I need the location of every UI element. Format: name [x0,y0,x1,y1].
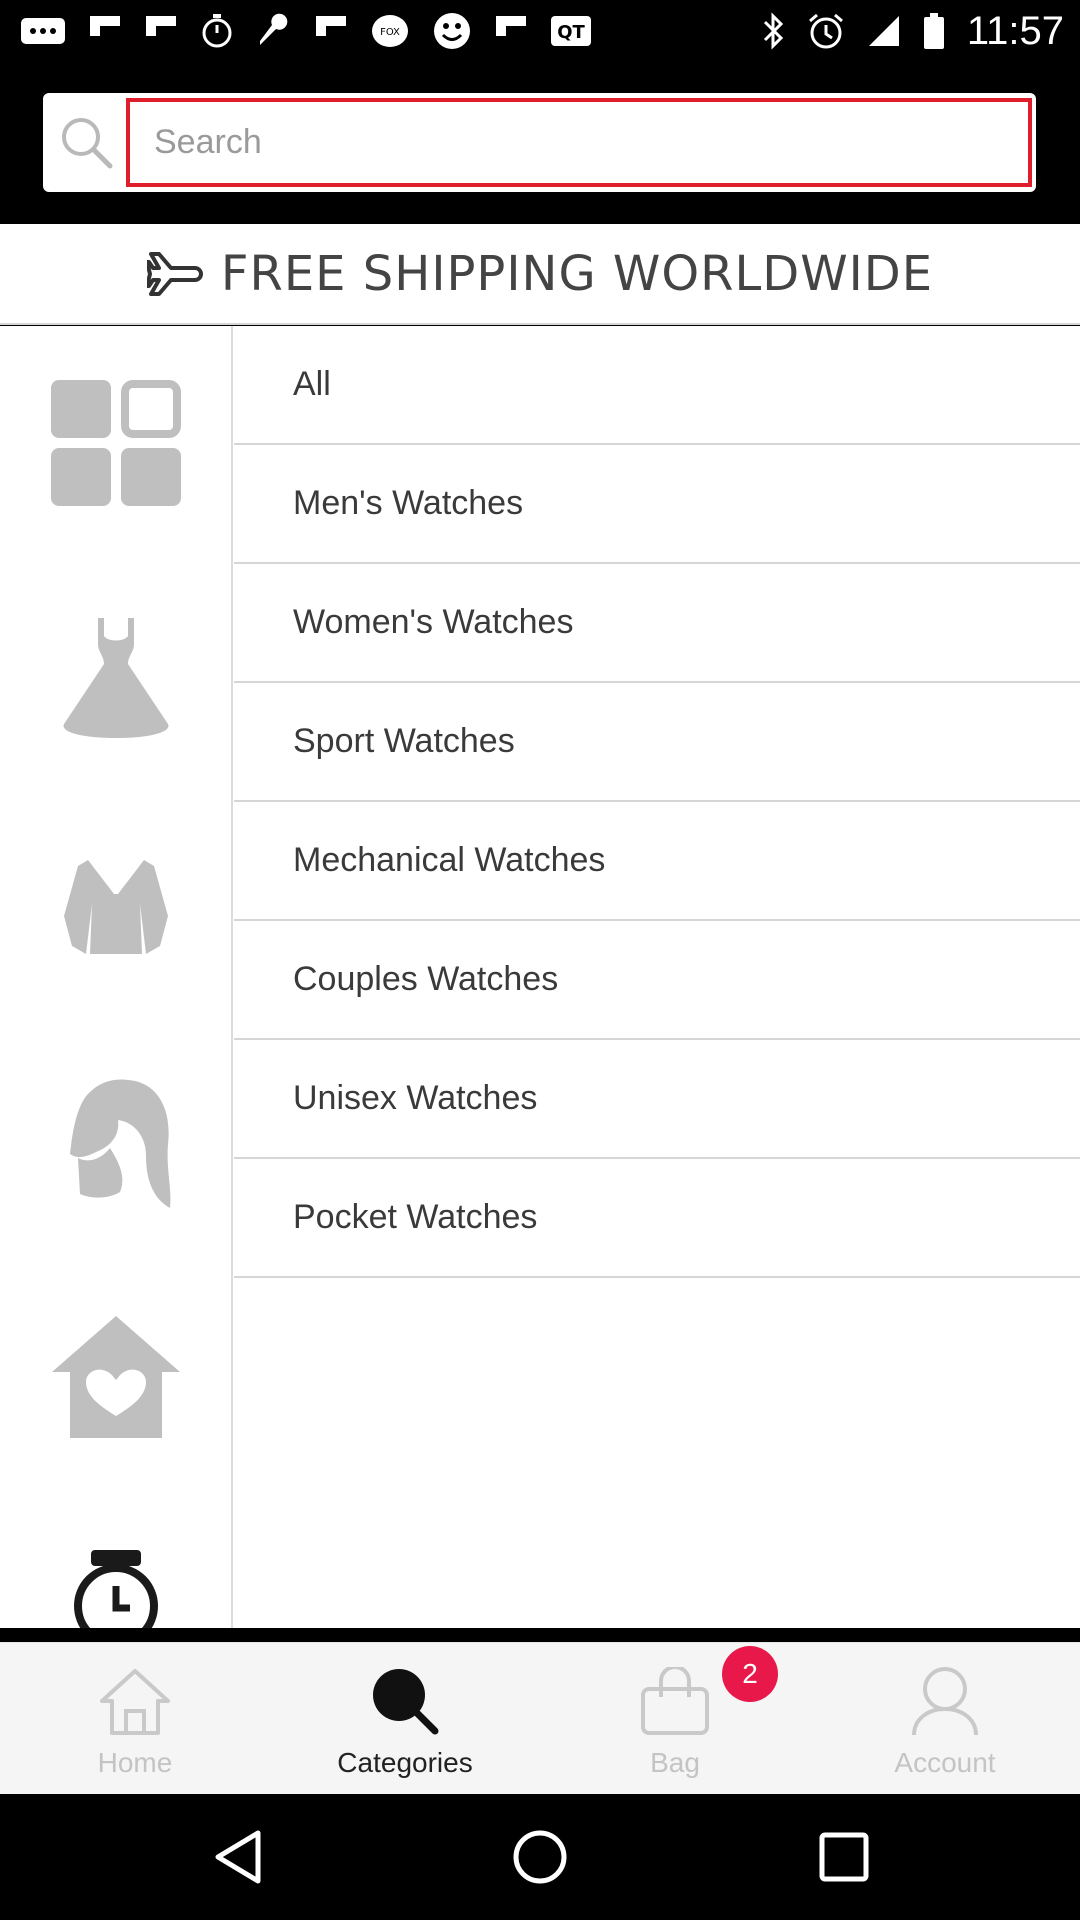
smiley-icon [434,13,470,49]
bag-count-badge: 2 [722,1646,778,1702]
nav-account-label: Account [894,1747,996,1778]
status-bar: FOX QT 11:57 [0,0,1080,62]
home-circle-icon [513,1830,567,1884]
search-icon [373,1669,439,1735]
category-mechanical-watches[interactable]: Mechanical Watches [234,802,1080,921]
sidebar-item-jacket[interactable] [48,856,184,958]
qt-icon: QT [551,16,591,46]
sidebar-item-watch[interactable] [48,1548,184,1628]
search-input[interactable] [126,98,1032,187]
sidebar-item-grid[interactable] [48,378,184,508]
nav-categories[interactable]: Categories [270,1643,540,1795]
bottom-nav: Home Categories Bag Account [0,1642,1080,1794]
category-list: All Men's Watches Women's Watches Sport … [234,326,1080,1278]
home-system-button[interactable] [510,1827,570,1887]
category-unisex-watches[interactable]: Unisex Watches [234,1040,1080,1159]
sidebar-item-dress[interactable] [48,616,184,740]
back-icon [215,1830,261,1884]
nav-bag-label: Bag [650,1747,700,1778]
category-mens-watches[interactable]: Men's Watches [234,445,1080,564]
account-icon [912,1667,978,1736]
dress-icon [63,618,169,738]
search-bar[interactable] [43,93,1036,192]
category-womens-watches[interactable]: Women's Watches [234,564,1080,683]
fox-sports-icon: FOX [372,15,408,47]
recents-icon [819,1832,869,1882]
category-sidebar [0,326,233,1628]
bag-icon [641,1667,709,1735]
signal-icon [868,16,899,46]
battery-icon [923,13,944,49]
bluetooth-icon [763,12,783,50]
notification-icons: FOX QT [20,8,592,54]
alarm-icon [808,13,843,49]
free-shipping-banner: FREE SHIPPING WORLDWIDE [0,224,1080,325]
system-nav-bar [0,1794,1080,1920]
recents-button[interactable] [814,1827,874,1887]
home-heart-icon [52,1316,180,1438]
nav-home-label: Home [97,1747,173,1778]
more-icon [21,18,65,44]
home-icon [100,1669,170,1735]
category-pocket-watches[interactable]: Pocket Watches [234,1159,1080,1278]
jacket-icon [64,860,168,954]
nav-account[interactable]: Account [810,1643,1080,1795]
system-status: 11:57 [761,8,1064,54]
search-header [0,62,1080,224]
category-couples-watches[interactable]: Couples Watches [234,921,1080,1040]
airplane-icon [146,251,203,296]
timer-icon [202,14,232,48]
clock: 11:57 [966,8,1064,53]
nav-home[interactable]: Home [0,1643,270,1795]
woman-hair-icon [70,1079,171,1208]
flipboard-icon [496,16,526,36]
category-all[interactable]: All [234,326,1080,445]
svg-text:QT: QT [557,22,585,43]
category-sport-watches[interactable]: Sport Watches [234,683,1080,802]
flipboard-icon [316,16,346,36]
back-button[interactable] [208,1827,268,1887]
search-icon[interactable] [57,113,115,171]
sidebar-item-home[interactable] [48,1314,184,1440]
sidebar-item-beauty[interactable] [48,1078,184,1210]
flipboard-icon [146,16,176,36]
nav-categories-label: Categories [337,1747,473,1778]
flipboard-icon [90,16,120,36]
categories-content: All Men's Watches Women's Watches Sport … [0,326,1080,1628]
grid-icon [51,380,181,506]
watch-icon [74,1550,158,1628]
wrench-icon [260,13,288,45]
svg-text:FOX: FOX [380,27,400,38]
banner-text: FREE SHIPPING WORLDWIDE [220,245,934,302]
